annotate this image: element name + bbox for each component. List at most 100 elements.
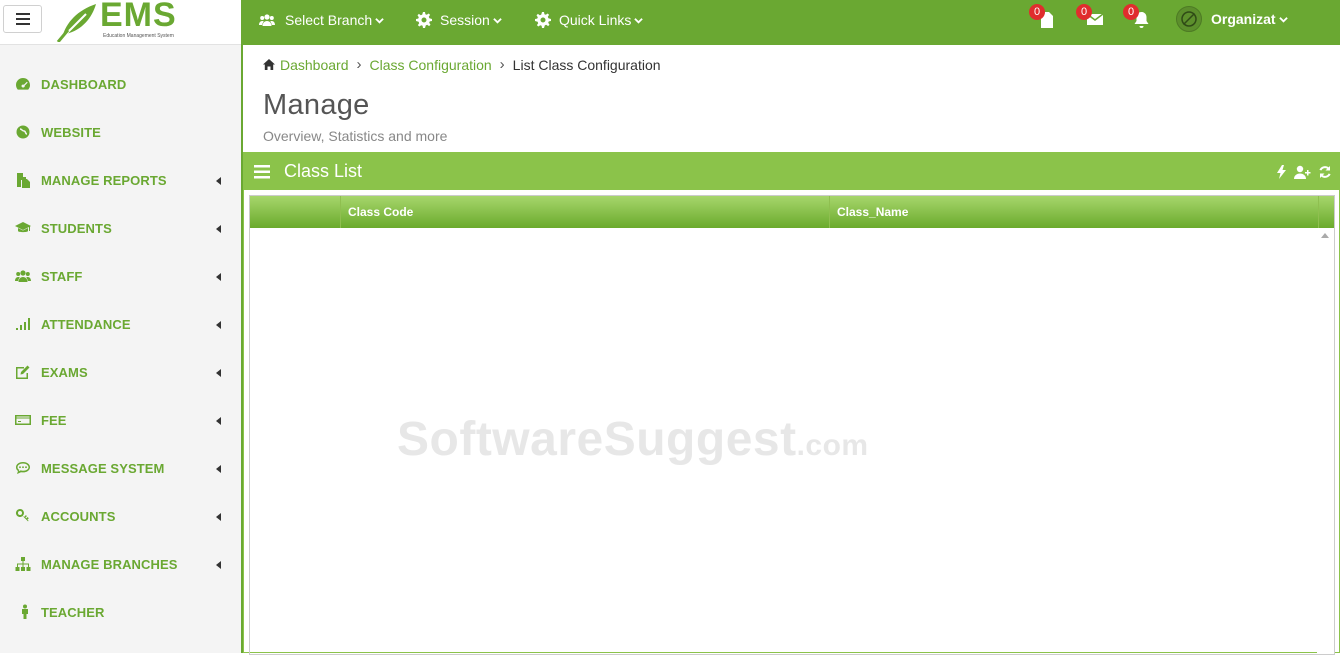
sidebar-item-teacher[interactable]: TEACHER [0,588,241,636]
sidebar-item-students[interactable]: STUDENTS [0,204,241,252]
notification-badge: 0 [1123,4,1139,20]
bolt-icon[interactable] [1277,165,1286,179]
logo-bar: EMS Education Management System [0,0,241,45]
caret-left-icon [216,513,221,521]
watermark-text: SoftwareSuggest [397,413,797,466]
gear-icon [416,12,432,28]
users-icon [259,14,275,26]
users-icon [14,268,32,284]
home-icon [263,59,275,70]
add-user-icon[interactable] [1293,165,1311,179]
tasks-notification-button[interactable]: 0 [1029,4,1059,32]
sidebar-item-label: STUDENTS [41,220,112,236]
caret-left-icon [216,177,221,185]
notification-badge: 0 [1076,4,1092,20]
sidebar-item-label: MANAGE BRANCHES [41,556,178,572]
comment-icon [14,460,32,476]
column-header-class-code[interactable]: Class Code [341,196,830,228]
caret-left-icon [216,225,221,233]
sidebar-item-label: FEE [41,412,67,428]
column-header-class-name[interactable]: Class_Name [830,196,1319,228]
sidebar-item-staff[interactable]: STAFF [0,252,241,300]
sidebar-item-label: ATTENDANCE [41,316,131,332]
logo[interactable]: EMS Education Management System [56,0,191,42]
column-header-select[interactable] [250,196,341,228]
sidebar-item-label: MESSAGE SYSTEM [41,460,165,476]
sidebar-item-label: DASHBOARD [41,76,127,92]
watermark-suffix: .com [796,429,869,462]
edit-icon [14,364,32,380]
sidebar-item-website[interactable]: WEBSITE [0,108,241,156]
sidebar-nav: DASHBOARD WEBSITE MANAGE REPORTS STUDENT… [0,60,241,636]
watermark: SoftwareSuggest.com [397,412,869,467]
files-icon [14,172,32,188]
alerts-notification-button[interactable]: 0 [1123,4,1153,32]
sidebar-item-label: TEACHER [41,604,105,620]
sidebar-item-label: EXAMS [41,364,88,380]
caret-left-icon [216,321,221,329]
select-branch-label: Select Branch [285,12,373,28]
sidebar: EMS Education Management System DASHBOAR… [0,0,243,653]
key-icon [14,508,32,524]
panel-header: Class List [244,153,1339,190]
caret-left-icon [216,561,221,569]
sidebar-item-manage-reports[interactable]: MANAGE REPORTS [0,156,241,204]
avatar [1176,6,1202,32]
scroll-up-arrow-icon[interactable] [1321,233,1329,238]
caret-left-icon [216,273,221,281]
breadcrumb-class-configuration-link[interactable]: Class Configuration [370,57,492,73]
main-content: Dashboard › Class Configuration › List C… [243,45,1340,655]
logo-title: EMS [100,0,177,34]
sidebar-item-fee[interactable]: FEE [0,396,241,444]
user-name: Organizat [1211,11,1276,27]
panel-title: Class List [284,161,363,181]
gear-icon [535,12,551,28]
sitemap-icon [14,556,32,572]
sidebar-item-manage-branches[interactable]: MANAGE BRANCHES [0,540,241,588]
refresh-icon[interactable] [1318,165,1332,179]
session-label: Session [440,12,490,28]
quick-links-dropdown[interactable]: Quick Links [535,0,644,40]
table-scrollbar[interactable] [1317,228,1334,654]
session-dropdown[interactable]: Session [416,0,502,40]
sidebar-item-attendance[interactable]: ATTENDANCE [0,300,241,348]
menu-toggle-button[interactable] [3,5,42,33]
sidebar-item-label: STAFF [41,268,83,284]
top-bar: Select Branch Session Quick Links 0 0 0 … [243,0,1340,45]
sidebar-item-accounts[interactable]: ACCOUNTS [0,492,241,540]
signal-icon [14,316,32,332]
chevron-down-icon [375,17,384,24]
breadcrumb-current: List Class Configuration [512,56,661,73]
chevron-down-icon [634,17,644,24]
sidebar-item-message-system[interactable]: MESSAGE SYSTEM [0,444,241,492]
sidebar-item-exams[interactable]: EXAMS [0,348,241,396]
page-title: Manage [263,89,370,121]
chevron-down-icon [493,17,502,24]
caret-left-icon [216,465,221,473]
sidebar-item-label: MANAGE REPORTS [41,172,167,188]
caret-left-icon [216,417,221,425]
credit-card-icon [14,412,32,428]
sidebar-item-label: ACCOUNTS [41,508,116,524]
sidebar-item-label: WEBSITE [41,124,101,140]
no-image-icon [1181,11,1197,27]
breadcrumb-separator: › [356,56,362,73]
chevron-down-icon [1278,16,1288,23]
select-branch-dropdown[interactable]: Select Branch [257,0,384,40]
list-icon [254,164,270,178]
breadcrumb-separator: › [499,56,505,73]
logo-tagline: Education Management System [103,33,174,39]
class-list-panel: Class List Class Code Class_Name [243,152,1340,655]
user-menu-dropdown[interactable]: Organizat [1176,0,1288,38]
dashboard-icon [14,76,32,92]
caret-left-icon [216,369,221,377]
breadcrumb: Dashboard › Class Configuration › List C… [263,56,661,73]
breadcrumb-dashboard-link[interactable]: Dashboard [280,57,349,73]
leaf-logo-icon [56,4,96,42]
globe-icon [14,124,32,140]
hamburger-icon [15,13,30,25]
quick-links-label: Quick Links [559,12,632,28]
panel-toolbar [1277,165,1332,179]
sidebar-item-dashboard[interactable]: DASHBOARD [0,60,241,108]
messages-notification-button[interactable]: 0 [1076,4,1106,32]
